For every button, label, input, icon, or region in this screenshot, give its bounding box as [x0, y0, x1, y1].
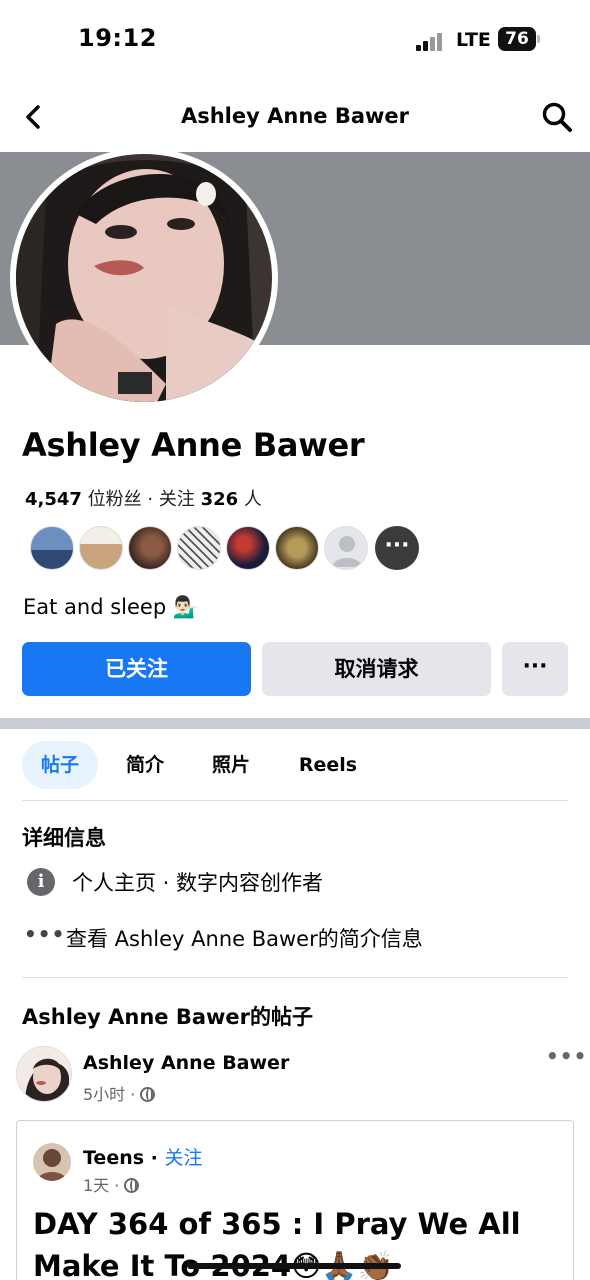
home-indicator: [187, 1263, 401, 1269]
follow-link[interactable]: 关注: [165, 1147, 203, 1169]
post-time-text: 5小时 ·: [83, 1085, 136, 1104]
shared-author-avatar[interactable]: [33, 1143, 71, 1181]
status-time: 19:12: [78, 24, 157, 52]
detail-category: 个人主页 · 数字内容创作者: [72, 871, 324, 895]
profile-stats: 4,547 位粉丝 · 关注 326 人: [25, 489, 262, 510]
section-divider: [0, 718, 590, 729]
friend-avatar[interactable]: [30, 526, 74, 570]
ellipsis-icon: •••: [24, 922, 66, 946]
shared-time: 1天 ·: [83, 1172, 140, 1196]
friend-avatar[interactable]: [275, 526, 319, 570]
friend-avatar[interactable]: [128, 526, 172, 570]
search-icon[interactable]: [540, 100, 574, 134]
friend-avatar[interactable]: [226, 526, 270, 570]
shared-post-card[interactable]: Teens · 关注 1天 · DAY 364 of 365 : I Pray …: [16, 1120, 574, 1280]
post-author-name[interactable]: Ashley Anne Bawer: [83, 1052, 289, 1074]
friends-more-button[interactable]: ···: [375, 526, 419, 570]
post-time: 5小时 ·: [83, 1081, 156, 1105]
friend-avatar[interactable]: [177, 526, 221, 570]
profile-name: Ashley Anne Bawer: [22, 426, 365, 464]
tab-reels[interactable]: Reels: [296, 741, 360, 789]
shared-author-name[interactable]: Teens: [83, 1147, 144, 1169]
battery-level: 76: [498, 27, 536, 51]
cancel-request-button[interactable]: 取消请求: [262, 642, 491, 696]
divider: [22, 977, 568, 978]
globe-icon: [140, 1087, 156, 1102]
tab-posts[interactable]: 帖子: [22, 741, 98, 789]
see-about-info-link[interactable]: 查看 Ashley Anne Bawer的简介信息: [66, 923, 423, 953]
network-label: LTE: [456, 29, 491, 51]
bio-text: Eat and sleep 💁🏻‍♂️: [23, 595, 199, 619]
profile-avatar[interactable]: [10, 148, 278, 408]
nav-title: Ashley Anne Bawer: [180, 104, 410, 128]
shared-author: Teens · 关注: [83, 1143, 203, 1170]
avatar-photo: [16, 154, 272, 402]
following-unit: 人: [243, 489, 262, 510]
separator: ·: [144, 1147, 165, 1169]
followers-count[interactable]: 4,547: [25, 489, 82, 510]
battery-icon: 76: [498, 27, 540, 51]
globe-icon: [124, 1178, 140, 1193]
post-author-avatar[interactable]: [16, 1046, 72, 1102]
nav-bar: Ashley Anne Bawer: [0, 88, 590, 146]
divider: [22, 800, 568, 801]
post-more-icon[interactable]: •••: [546, 1044, 587, 1068]
tab-about[interactable]: 简介: [120, 741, 170, 789]
default-avatar-icon[interactable]: [324, 526, 368, 570]
posts-section-title: Ashley Anne Bawer的帖子: [22, 1005, 314, 1029]
following-label[interactable]: 关注: [159, 489, 195, 510]
tab-photos[interactable]: 照片: [206, 741, 256, 789]
following-button[interactable]: 已关注: [22, 642, 251, 696]
shared-time-text: 1天 ·: [83, 1176, 120, 1195]
signal-icon: [416, 31, 448, 51]
more-options-button[interactable]: ···: [502, 642, 568, 696]
info-icon: i: [27, 868, 55, 896]
friend-avatar[interactable]: [79, 526, 123, 570]
following-count[interactable]: 326: [201, 489, 239, 510]
details-title: 详细信息: [22, 826, 106, 850]
followers-label[interactable]: 位粉丝: [88, 489, 142, 510]
status-bar: 19:12 LTE 76: [0, 0, 590, 80]
